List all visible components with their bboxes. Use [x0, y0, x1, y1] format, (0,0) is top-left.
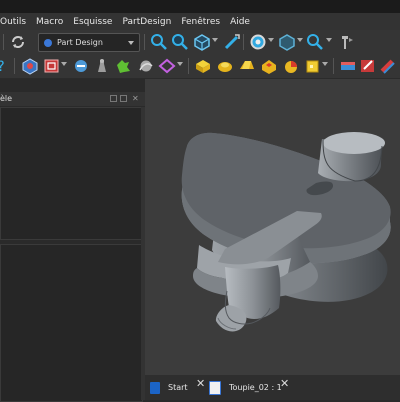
float-panel-icon[interactable]	[110, 95, 117, 102]
view-box-icon[interactable]	[278, 33, 296, 51]
zoom-in-icon[interactable]	[306, 33, 324, 51]
revolution-icon[interactable]	[216, 57, 234, 75]
chevron-down-icon[interactable]	[212, 38, 218, 42]
menu-fenetres[interactable]: Fenêtres	[176, 17, 225, 27]
close-icon[interactable]: ✕	[196, 377, 205, 390]
document-tab-bar: Start ✕ Toupie_02 : 1 ✕	[145, 375, 400, 400]
svg-text:?: ?	[0, 59, 5, 75]
panel-title: èle	[0, 94, 13, 103]
restore-panel-icon[interactable]	[120, 95, 127, 102]
macro-tool-icon[interactable]	[338, 33, 356, 51]
tab-toupie-02[interactable]: Toupie_02 : 1 ✕	[209, 377, 295, 397]
close-icon[interactable]: ✕	[280, 377, 289, 390]
freecad-icon	[150, 381, 160, 394]
chevron-down-icon[interactable]	[322, 62, 328, 66]
linear-pattern-icon[interactable]	[359, 57, 377, 75]
refresh-icon[interactable]	[9, 33, 27, 51]
menu-aide[interactable]: Aide	[225, 17, 255, 27]
zoom-fit-all-icon[interactable]	[150, 33, 168, 51]
menu-esquisse[interactable]: Esquisse	[68, 17, 117, 27]
tab-label: Toupie_02 : 1	[229, 383, 282, 392]
shape-binder-icon[interactable]	[114, 57, 132, 75]
toolbar-separator	[3, 34, 4, 50]
pad-icon[interactable]	[194, 57, 212, 75]
close-icon[interactable]: ✕	[132, 92, 139, 106]
toolbar-separator	[188, 58, 189, 74]
title-strip	[0, 0, 400, 13]
chevron-down-icon[interactable]	[61, 62, 67, 66]
pocket-icon[interactable]	[260, 57, 278, 75]
menu-macro[interactable]: Macro	[31, 17, 68, 27]
toolbar-partdesign: ?	[0, 54, 400, 79]
panel-header: èle ✕	[0, 92, 145, 106]
top-part-model	[181, 132, 391, 332]
additive-cube-icon[interactable]	[304, 57, 322, 75]
workbench-selector[interactable]: Part Design	[38, 33, 140, 52]
chevron-down-icon	[128, 41, 134, 45]
clone-icon[interactable]	[93, 57, 111, 75]
menu-bar: Outils Macro Esquisse PartDesign Fenêtre…	[0, 13, 400, 30]
sketch-icon[interactable]	[43, 57, 61, 75]
measure-icon[interactable]	[223, 33, 241, 51]
datum-plane-icon[interactable]	[158, 57, 176, 75]
help-icon[interactable]: ?	[0, 57, 10, 75]
chevron-down-icon[interactable]	[297, 38, 303, 42]
toolbar-separator	[243, 34, 244, 50]
mirrored-icon[interactable]	[339, 57, 357, 75]
toolbar-separator	[144, 34, 145, 50]
menu-outils[interactable]: Outils	[0, 17, 31, 27]
datum-point-icon[interactable]	[137, 57, 155, 75]
chevron-down-icon[interactable]	[326, 38, 332, 42]
document-icon	[209, 380, 221, 395]
property-pane[interactable]	[0, 244, 143, 402]
toolbar-separator	[333, 58, 334, 74]
chevron-down-icon[interactable]	[268, 38, 274, 42]
polar-pattern-icon[interactable]	[379, 57, 397, 75]
tab-label: Start	[168, 383, 188, 392]
groove-icon[interactable]	[282, 57, 300, 75]
menu-partdesign[interactable]: PartDesign	[117, 17, 176, 27]
3d-viewport[interactable]	[145, 79, 400, 376]
toolbar-separator	[14, 58, 15, 74]
zoom-selection-icon[interactable]	[171, 33, 189, 51]
chevron-down-icon[interactable]	[177, 62, 183, 66]
toolbar-view: Part Design	[0, 30, 400, 55]
combo-view-panel: èle ✕	[0, 79, 145, 402]
additive-loft-icon[interactable]	[238, 57, 256, 75]
draw-style-icon[interactable]	[249, 33, 267, 51]
partdesign-icon	[44, 38, 52, 47]
tab-start[interactable]: Start ✕	[150, 377, 205, 397]
workbench-label: Part Design	[57, 38, 103, 47]
model-tree-pane[interactable]	[0, 107, 143, 240]
sub-shape-binder-icon[interactable]	[72, 57, 90, 75]
view-isometric-icon[interactable]	[193, 33, 211, 51]
body-icon[interactable]	[21, 57, 39, 75]
